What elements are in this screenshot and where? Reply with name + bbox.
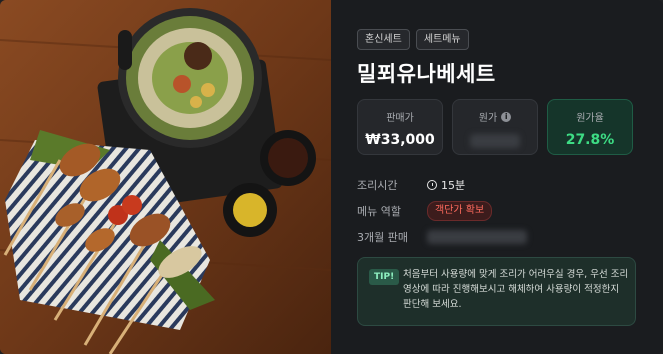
cost-ratio-value: 27.8% — [565, 132, 615, 148]
sales-3m-value-blurred — [427, 230, 527, 244]
tip-box: TIP! 처음부터 사용량에 맞게 조리가 어려우실 경우, 우선 조리 영상에… — [357, 257, 636, 326]
menu-role-badge: 객단가 확보 — [427, 201, 493, 221]
sale-price-card: 판매가 ₩33,000 — [357, 99, 443, 155]
cost-value-blurred — [470, 134, 520, 148]
sales-3m-row: 3개월 판매 — [357, 224, 527, 250]
sales-3m-label: 3개월 판매 — [357, 231, 408, 244]
menu-role-row: 메뉴 역할 객단가 확보 — [357, 198, 527, 224]
menu-info-panel: 혼신세트 세트메뉴 밀푀유나베세트 판매가 ₩33,000 원가 i 원가율 2… — [331, 0, 663, 354]
cost-ratio-card: 원가율 27.8% — [547, 99, 633, 155]
tag-category: 세트메뉴 — [415, 29, 469, 50]
price-stats: 판매가 ₩33,000 원가 i 원가율 27.8% — [357, 99, 633, 155]
menu-role-label: 메뉴 역할 — [357, 205, 401, 218]
cook-time-label: 조리시간 — [357, 179, 398, 192]
sale-price-value: ₩33,000 — [365, 132, 435, 148]
clock-icon — [427, 180, 437, 190]
menu-tags: 혼신세트 세트메뉴 — [357, 29, 469, 50]
sale-price-label: 판매가 — [386, 113, 414, 124]
tip-text: 처음부터 사용량에 맞게 조리가 어려우실 경우, 우선 조리 영상에 따라 진… — [403, 269, 629, 310]
cook-time-row: 조리시간 15분 — [357, 172, 527, 198]
cost-card: 원가 i — [452, 99, 538, 155]
cook-time-value: 15분 — [441, 179, 466, 192]
food-image — [0, 0, 331, 354]
tip-badge: TIP! — [369, 269, 400, 285]
menu-detail-card: 혼신세트 세트메뉴 밀푀유나베세트 판매가 ₩33,000 원가 i 원가율 2… — [0, 0, 663, 354]
menu-photo — [0, 0, 331, 354]
tag-set-type: 혼신세트 — [357, 29, 410, 50]
menu-title: 밀푀유나베세트 — [357, 62, 496, 86]
info-icon[interactable]: i — [501, 111, 512, 122]
detail-rows: 조리시간 15분 메뉴 역할 객단가 확보 3개월 판매 — [357, 172, 527, 250]
cost-ratio-label: 원가율 — [576, 113, 604, 124]
cost-label: 원가 — [478, 113, 498, 124]
